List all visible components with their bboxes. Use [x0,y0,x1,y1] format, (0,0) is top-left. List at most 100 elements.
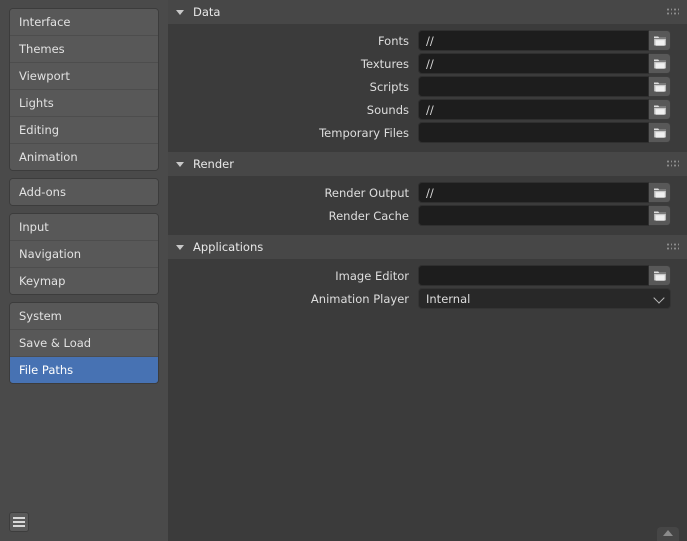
folder-icon[interactable] [649,30,671,51]
section-header-render[interactable]: Render [168,152,687,177]
chevron-down-icon [176,245,184,250]
field-wrap [418,205,671,226]
field-wrap: // [418,53,671,74]
sidebar-nav: InterfaceThemesViewportLightsEditingAnim… [9,8,159,384]
setting-row: Render Output// [168,182,687,203]
path-input-scripts[interactable] [418,76,649,97]
grip-dot [667,165,669,167]
folder-icon[interactable] [649,53,671,74]
field-wrap [418,265,671,286]
folder-icon[interactable] [649,76,671,97]
grip-dot [667,244,669,246]
setting-row: Image Editor [168,265,687,286]
chevron-down-icon [176,10,184,15]
grip-dots-icon[interactable] [667,244,680,251]
section-body: Fonts//Textures//ScriptsSounds//Temporar… [168,25,687,152]
label-scripts: Scripts [168,80,418,94]
grip-dot [671,161,673,163]
setting-row: Textures// [168,53,687,74]
section-header-data[interactable]: Data [168,0,687,25]
folder-icon-glyph [653,210,667,222]
folder-icon[interactable] [649,182,671,203]
grip-dot [678,248,680,250]
folder-icon-glyph [653,270,667,282]
folder-icon[interactable] [649,205,671,226]
sidebar-item-lights[interactable]: Lights [10,90,158,117]
grip-dot [678,161,680,163]
path-input-image-editor[interactable] [418,265,649,286]
section-render: Render Render Output// Render Cache [168,152,687,235]
sidebar-item-keymap[interactable]: Keymap [10,268,158,294]
sidebar-item-themes[interactable]: Themes [10,36,158,63]
sidebar-item-navigation[interactable]: Navigation [10,241,158,268]
folder-icon-glyph [653,104,667,116]
grip-dots-icon[interactable] [667,9,680,16]
grip-dot [678,165,680,167]
grip-dots-icon[interactable] [667,161,680,168]
folder-icon-glyph [653,35,667,47]
field-wrap: Internal [418,288,671,309]
label-render-cache: Render Cache [168,209,418,223]
chevron-down-icon [176,162,184,167]
preferences-main-panel: DataFonts//Textures//ScriptsSounds//Temp… [168,0,687,541]
label-textures: Textures [168,57,418,71]
sidebar-item-system[interactable]: System [10,303,158,330]
folder-icon-glyph [653,81,667,93]
preferences-window: InterfaceThemesViewportLightsEditingAnim… [0,0,687,541]
folder-icon[interactable] [649,99,671,120]
sidebar-nav-group: InputNavigationKeymap [9,213,159,295]
grip-dot [667,13,669,15]
path-input-temporary-files[interactable] [418,122,649,143]
folder-icon[interactable] [649,265,671,286]
field-wrap: // [418,30,671,51]
path-input-fonts[interactable]: // [418,30,649,51]
section-title: Render [193,157,234,171]
grip-dot [671,13,673,15]
sidebar-nav-group: InterfaceThemesViewportLightsEditingAnim… [9,8,159,171]
section-header-applications[interactable]: Applications [168,235,687,260]
path-input-render-output[interactable]: // [418,182,649,203]
section-title: Applications [193,240,263,254]
sidebar-item-viewport[interactable]: Viewport [10,63,158,90]
hamburger-menu-icon[interactable] [9,512,29,532]
grip-dot [671,244,673,246]
sidebar-item-input[interactable]: Input [10,214,158,241]
path-input-render-cache[interactable] [418,205,649,226]
field-wrap [418,76,671,97]
scroll-up-arrow-icon[interactable] [657,527,679,541]
grip-dot [671,165,673,167]
hamburger-bar [13,521,25,523]
sidebar-item-animation[interactable]: Animation [10,144,158,170]
sidebar-item-add-ons[interactable]: Add-ons [10,179,158,205]
grip-dot [674,244,676,246]
field-wrap: // [418,99,671,120]
grip-dot [674,9,676,11]
grip-dot [678,9,680,11]
grip-dot [674,13,676,15]
setting-row: Render Cache [168,205,687,226]
label-image-editor: Image Editor [168,269,418,283]
grip-dot [671,248,673,250]
grip-dot [667,248,669,250]
sidebar-nav-group: Add-ons [9,178,159,206]
sidebar-item-interface[interactable]: Interface [10,9,158,36]
grip-dot [674,248,676,250]
grip-dot [667,161,669,163]
path-input-sounds[interactable]: // [418,99,649,120]
grip-dot [674,165,676,167]
chevron-down-icon [653,292,664,303]
sidebar-item-editing[interactable]: Editing [10,117,158,144]
grip-dot [678,244,680,246]
label-temporary-files: Temporary Files [168,126,418,140]
folder-icon[interactable] [649,122,671,143]
grip-dot [671,9,673,11]
dropdown-animation-player[interactable]: Internal [418,288,671,309]
section-body: Render Output// Render Cache [168,177,687,235]
sidebar-item-save-load[interactable]: Save & Load [10,330,158,357]
grip-dot [678,13,680,15]
sidebar-item-file-paths[interactable]: File Paths [10,357,158,383]
setting-row: Animation PlayerInternal [168,288,687,309]
path-input-textures[interactable]: // [418,53,649,74]
hamburger-bar [13,517,25,519]
grip-dot [667,9,669,11]
